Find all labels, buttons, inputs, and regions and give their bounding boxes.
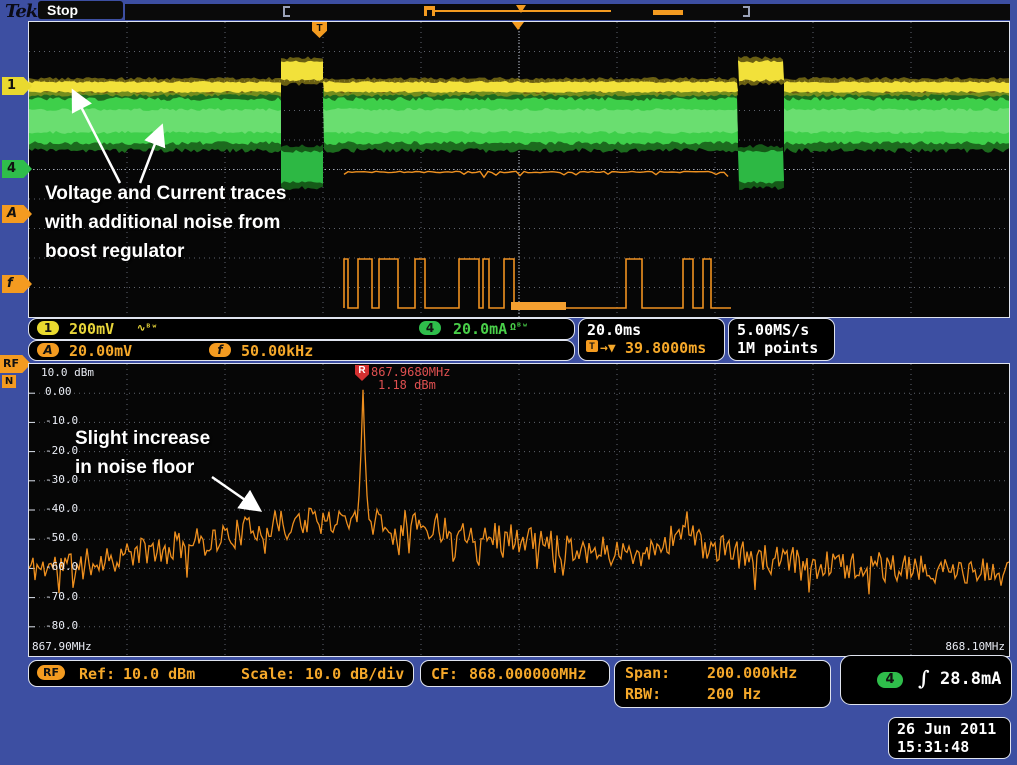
freq-badge: f	[209, 343, 231, 357]
waveform-annotation-line3: boost regulator	[45, 237, 286, 266]
trigger-position-icon	[424, 6, 435, 16]
datetime-box: 26 Jun 2011 15:31:48	[888, 717, 1011, 759]
spectrum-y-label: -50.0	[45, 532, 78, 544]
spectrum-edge-ticks	[29, 393, 35, 627]
cf-label: CF:	[431, 666, 458, 682]
rf-badge: RF	[37, 665, 65, 680]
rf-readout-bar: RF Ref: 10.0 dBm Scale: 10.0 dB/div	[28, 660, 414, 687]
record-length-readout: 1M points	[737, 340, 818, 356]
spectrum-y-label: -60.0	[45, 561, 78, 573]
cf-value: 868.000000MHz	[469, 666, 586, 682]
waveform-annotation: Voltage and Current traces with addition…	[45, 179, 286, 266]
expand-bracket-left-icon	[283, 6, 290, 17]
span-rbw-box: Span: 200.000kHz RBW: 200 Hz	[614, 660, 831, 708]
timebase-readout-box: 20.0ms T →▼ 39.8000ms	[578, 318, 725, 361]
rbw-value: 200 Hz	[707, 686, 761, 702]
rf-ref-label: Ref:	[79, 666, 115, 682]
trigger-source-box: 4 ∫ 28.8mA	[840, 655, 1012, 705]
freq-readout: 50.00kHz	[241, 343, 313, 359]
rf-scale-label: Scale:	[241, 666, 295, 682]
waveform-annotation-line1: Voltage and Current traces	[45, 179, 286, 208]
span-label: Span:	[625, 665, 670, 681]
graticule-grid	[29, 364, 1009, 656]
acquisition-readout-box: 5.00MS/s 1M points	[728, 318, 835, 361]
spectrum-y-label: -70.0	[45, 591, 78, 603]
trigger-level-readout: 28.8mA	[940, 671, 1001, 687]
spectrum-y-label: -30.0	[45, 474, 78, 486]
rf-amplitude-trace	[344, 171, 728, 177]
waveform-graticule: T Voltage and Current traces with additi…	[28, 21, 1010, 318]
zoom-window-segment	[653, 10, 683, 15]
expand-bracket-right-icon	[743, 6, 750, 17]
span-value: 200.000kHz	[707, 665, 797, 681]
ref-level-top-label: 10.0 dBm	[41, 367, 94, 379]
rf-ref-value: 10.0 dBm	[123, 666, 195, 682]
spectrum-y-label: -40.0	[45, 503, 78, 515]
waveform-traces	[29, 22, 1009, 317]
ch4-impedance-bandwidth-icon: Ωᴮʷ	[510, 322, 528, 334]
wave-inspector-bar	[125, 4, 1010, 20]
spectrum-annotation: Slight increase in noise floor	[75, 424, 210, 482]
spectrum-graticule: 10.0 dBm 0.00 -10.0 -20.0 -30.0 -40.0 -50.0 -6…	[28, 363, 1010, 657]
expansion-point-triangle-icon	[512, 22, 524, 30]
oscilloscope-screen: Tek Stop T Voltage and Current traces wi…	[0, 0, 1017, 765]
timebase-scale: 20.0ms	[587, 322, 641, 338]
spectrum-y-label: -80.0	[45, 620, 78, 632]
spectrum-annotation-line2: in noise floor	[75, 453, 210, 482]
trigger-icon: T	[586, 340, 598, 352]
trigger-arrow-icon: →▼	[600, 341, 616, 357]
ch4-badge: 4	[419, 321, 441, 335]
ch1-badge: 1	[37, 321, 59, 335]
ch4-scale-readout: 20.0mA	[453, 321, 507, 337]
math-scale-readout: 20.00mV	[69, 343, 132, 359]
rf-spectrum-trace	[29, 390, 1009, 595]
waveform-annotation-line2: with additional noise from	[45, 208, 286, 237]
spectrum-y-label: 0.00	[45, 386, 72, 398]
channel-readout-row1: 1 200mV ∿ᴮʷ 4 20.0mA Ωᴮʷ	[28, 318, 575, 340]
expansion-point-icon	[516, 5, 526, 13]
trigger-source-badge: 4	[877, 672, 903, 688]
acquisition-status-label: Stop	[47, 2, 78, 18]
ch1-scale-readout: 200mV	[69, 321, 114, 337]
demod-pulse-trace	[344, 259, 731, 310]
rf-normal-trace-badge: N	[2, 375, 16, 388]
rf-scale-value: 10.0 dB/div	[305, 666, 404, 682]
start-frequency-label: 867.90MHz	[32, 641, 92, 653]
stop-frequency-label: 868.10MHz	[945, 641, 1005, 653]
tek-logo: Tek	[5, 1, 37, 22]
edge-slope-icon: ∫	[918, 668, 930, 688]
acquisition-status-badge: Stop	[38, 1, 123, 19]
channel-readout-row2: A 20.00mV f 50.00kHz	[28, 340, 575, 361]
trigger-position-readout: 39.8000ms	[625, 340, 706, 356]
math-badge: A	[37, 343, 59, 357]
ch1-coupling-bandwidth-icon: ∿ᴮʷ	[137, 323, 157, 335]
spectrum-annotation-line1: Slight increase	[75, 424, 210, 453]
marker-amplitude-readout: 1.18 dBm	[378, 379, 436, 392]
spectrum-y-label: -20.0	[45, 445, 78, 457]
center-frequency-box: CF: 868.000000MHz	[420, 660, 610, 687]
sample-rate-readout: 5.00MS/s	[737, 322, 809, 338]
rbw-label: RBW:	[625, 686, 661, 702]
spectrum-y-label: -10.0	[45, 415, 78, 427]
time-readout: 15:31:48	[897, 739, 969, 755]
graticule-grid	[29, 22, 1009, 317]
date-readout: 26 Jun 2011	[897, 721, 996, 737]
rf-marker: RF	[0, 355, 31, 373]
spectrum-trace	[29, 364, 1009, 656]
